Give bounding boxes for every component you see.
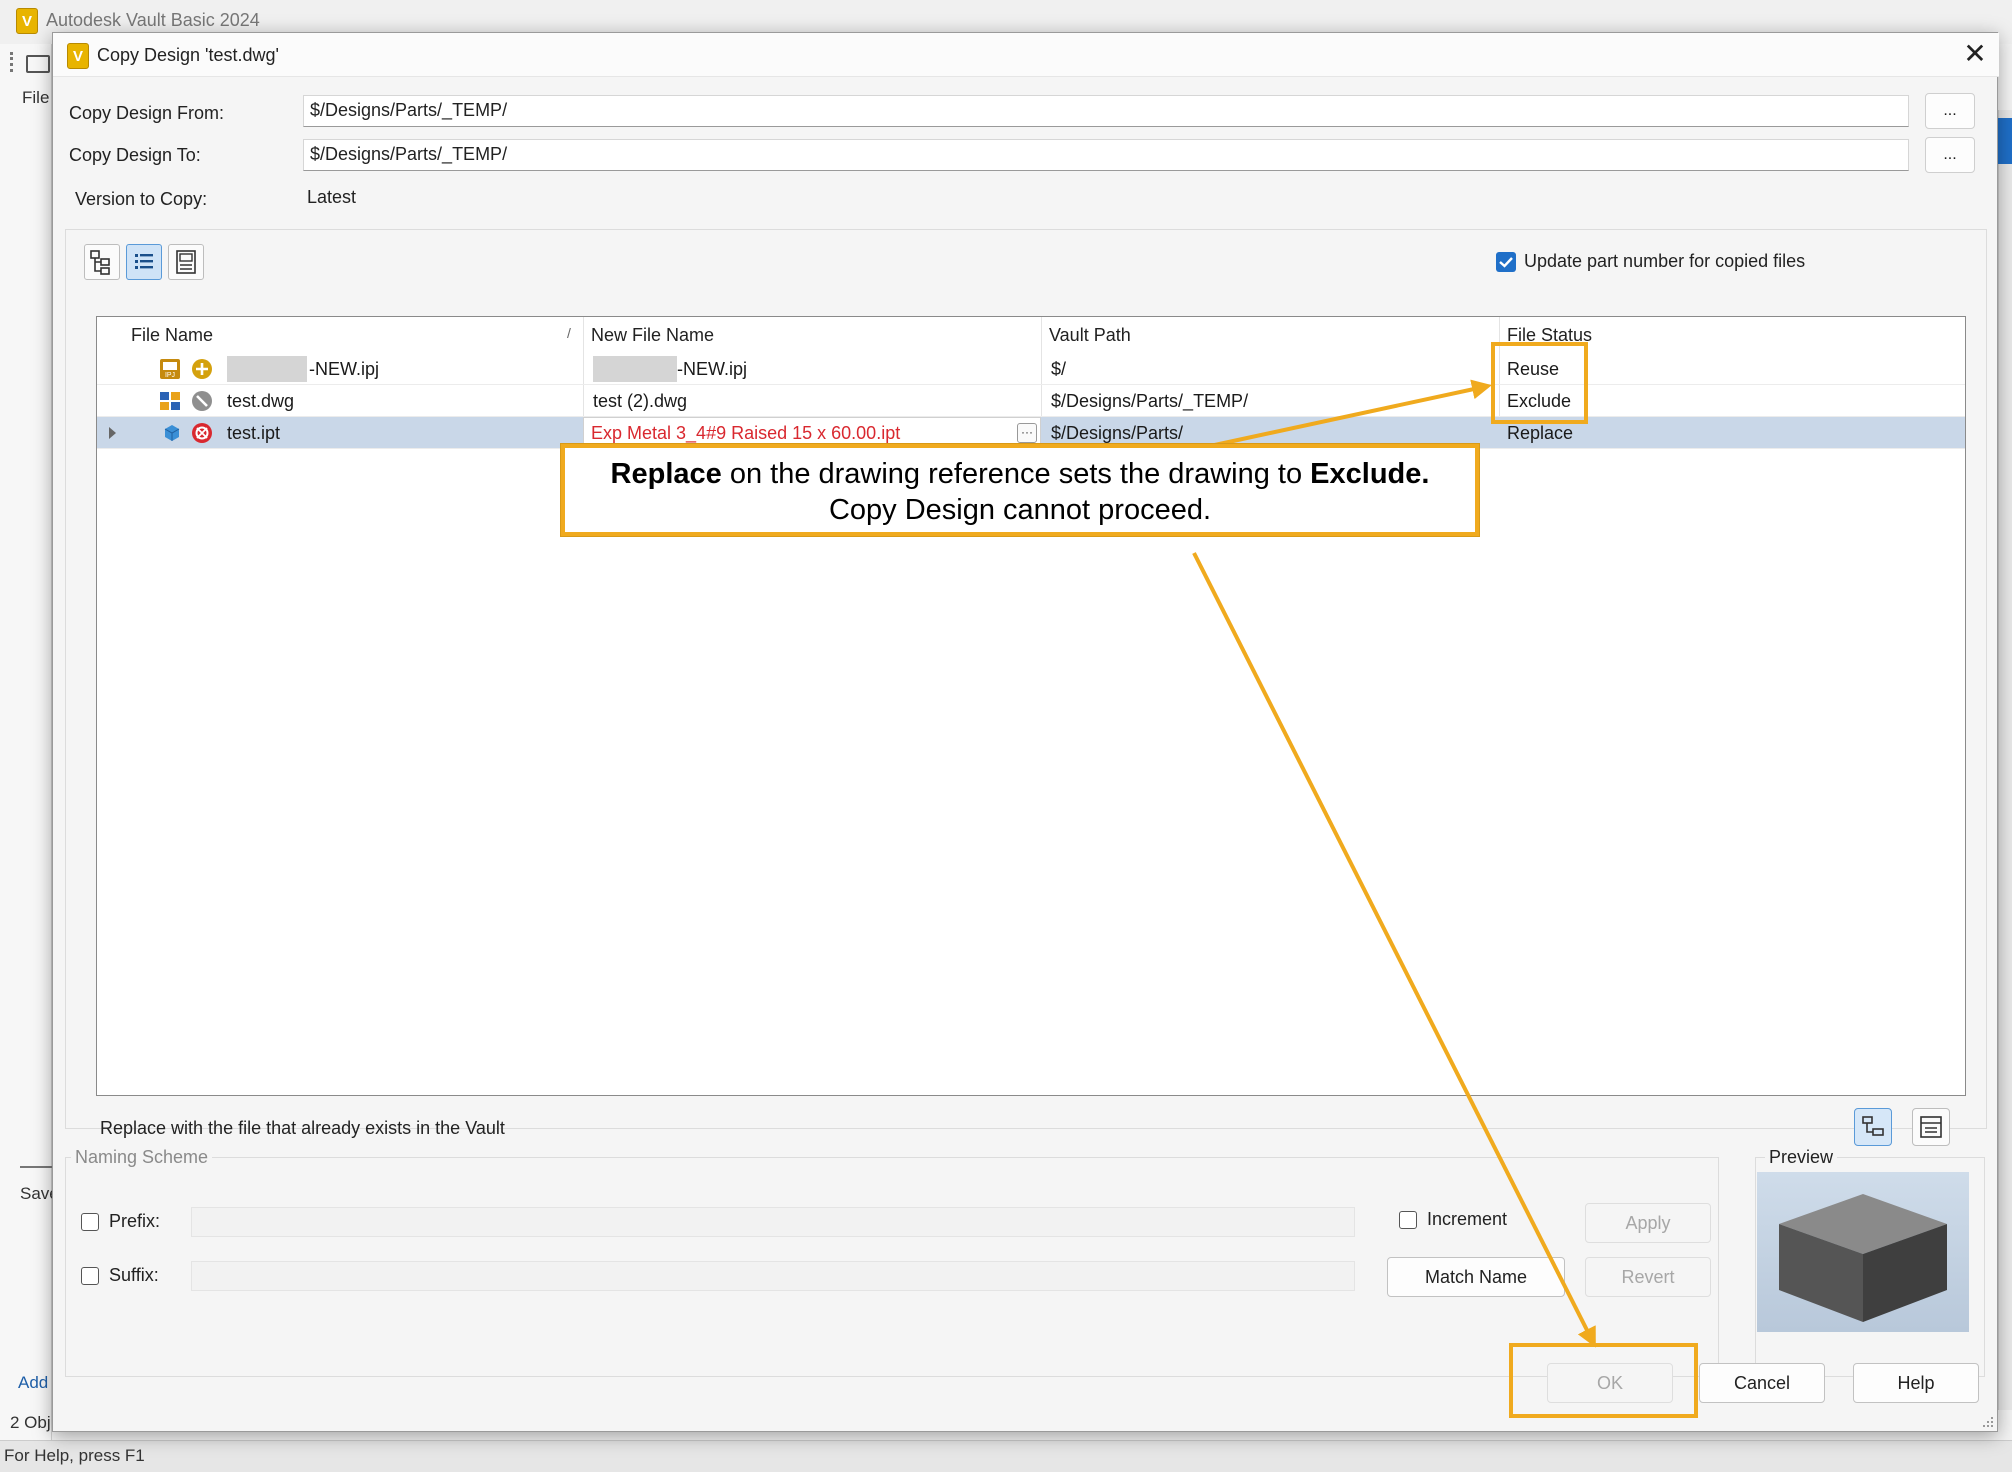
sort-indicator-icon: / — [567, 325, 571, 341]
suffix-checkbox[interactable] — [81, 1267, 99, 1285]
exclude-status-icon — [191, 390, 213, 412]
apply-button[interactable]: Apply — [1585, 1203, 1711, 1243]
close-icon[interactable]: ✕ — [1959, 39, 1991, 71]
copy-from-browse-button[interactable]: ... — [1925, 93, 1975, 129]
callout-line-1: Replace on the drawing reference sets th… — [565, 456, 1475, 492]
file-name-cell: test.dwg — [227, 391, 295, 411]
file-name-cell: test.ipt — [227, 423, 281, 443]
prefix-checkbox[interactable] — [81, 1213, 99, 1231]
callout-bold-exclude: Exclude. — [1310, 458, 1430, 490]
naming-scheme-title: Naming Scheme — [71, 1147, 213, 1168]
increment-label: Increment — [1427, 1209, 1508, 1229]
update-part-number-label: Update part number for copied files — [1524, 251, 1806, 271]
vault-path-cell: $/Designs/Parts/_TEMP/ — [1051, 391, 1249, 411]
add-link-fragment[interactable]: Add — [18, 1373, 48, 1393]
table-row[interactable]: test.dwg test (2).dwg $/Designs/Parts/_T… — [97, 385, 1965, 417]
increment-checkbox[interactable] — [1399, 1211, 1417, 1229]
status-bar-text: For Help, press F1 — [4, 1446, 145, 1465]
redacted-name — [593, 356, 677, 382]
copy-from-field[interactable]: $/Designs/Parts/_TEMP/ — [303, 95, 1909, 127]
svg-text:IPJ: IPJ — [165, 372, 175, 379]
version-label: Version to Copy: — [75, 189, 208, 209]
properties-toggle-icon[interactable] — [1912, 1108, 1950, 1146]
reuse-status-icon — [191, 358, 213, 380]
update-part-number-checkbox[interactable] — [1496, 252, 1516, 272]
object-count-fragment: 2 Obj — [10, 1413, 51, 1432]
help-button[interactable]: Help — [1853, 1363, 1979, 1403]
copy-to-browse-button[interactable]: ... — [1925, 137, 1975, 173]
resize-grip-icon[interactable] — [1981, 1415, 1995, 1429]
detail-view-icon[interactable] — [168, 244, 204, 280]
callout-line-2: Copy Design cannot proceed. — [828, 494, 1212, 526]
bg-blue-tab — [1998, 118, 2012, 164]
new-file-name-cell[interactable]: -NEW.ipj — [677, 353, 1037, 385]
bg-divider — [20, 1166, 52, 1168]
vault-dialog-icon: V — [67, 43, 89, 69]
prefix-input[interactable] — [191, 1207, 1355, 1237]
file-menu[interactable]: File — [22, 88, 49, 108]
part-file-icon — [161, 422, 183, 444]
suffix-input[interactable] — [191, 1261, 1355, 1291]
status-bar — [0, 1440, 2012, 1472]
copy-to-label: Copy Design To: — [69, 145, 201, 165]
background-app-title: Autodesk Vault Basic 2024 — [46, 10, 260, 30]
suffix-label: Suffix: — [109, 1265, 159, 1285]
copy-from-label: Copy Design From: — [69, 103, 225, 123]
file-grid: File Name / New File Name Vault Path Fil… — [96, 316, 1966, 1096]
redacted-name — [227, 356, 307, 382]
match-name-button[interactable]: Match Name — [1387, 1257, 1565, 1297]
vault-path-cell: $/ — [1051, 359, 1067, 379]
tree-view-icon[interactable] — [84, 244, 120, 280]
replace-status-icon — [191, 422, 213, 444]
toolbar-grip-icon — [10, 52, 14, 72]
copy-design-dialog: V Copy Design 'test.dwg' ✕ Copy Design F… — [52, 32, 1999, 1432]
revert-button[interactable]: Revert — [1585, 1257, 1711, 1297]
dialog-title: Copy Design 'test.dwg' — [97, 45, 279, 65]
cancel-button[interactable]: Cancel — [1699, 1363, 1825, 1403]
version-value: Latest — [307, 187, 357, 207]
tree-toggle-icon[interactable] — [1854, 1108, 1892, 1146]
expand-arrow-icon[interactable] — [109, 427, 116, 439]
column-header-new-file-name[interactable]: New File Name — [583, 317, 1043, 353]
column-header-file-name[interactable]: File Name — [123, 317, 583, 353]
list-view-icon[interactable] — [126, 244, 162, 280]
new-file-name-cell[interactable]: test (2).dwg — [593, 385, 1033, 417]
vault-app-icon: V — [16, 8, 38, 34]
table-row[interactable]: IPJ -NEW.ipj -NEW.ipj $/ Reuse — [97, 353, 1965, 385]
project-file-icon: IPJ — [159, 358, 181, 380]
preview-cube-image — [1757, 1172, 1969, 1332]
callout-bold-replace: Replace — [610, 458, 722, 490]
dialog-titlebar — [53, 33, 1999, 77]
callout-text: on the drawing reference sets the drawin… — [721, 458, 1311, 490]
annotation-callout: Replace on the drawing reference sets th… — [561, 444, 1479, 536]
status-hint-text: Replace with the file that already exist… — [100, 1118, 505, 1138]
prefix-label: Prefix: — [109, 1211, 161, 1231]
folder-icon[interactable] — [26, 55, 50, 73]
column-header-vault-path[interactable]: Vault Path — [1041, 317, 1501, 353]
browse-replacement-button[interactable]: ··· — [1017, 423, 1037, 443]
background-left-pane — [0, 44, 52, 1440]
ok-highlight-box — [1509, 1343, 1698, 1418]
copy-to-field[interactable]: $/Designs/Parts/_TEMP/ — [303, 139, 1909, 171]
drawing-file-icon — [159, 390, 181, 412]
file-grid-panel: Update part number for copied files File… — [65, 229, 1987, 1146]
file-name-cell: -NEW.ipj — [309, 359, 380, 379]
status-highlight-box — [1491, 342, 1588, 424]
background-right-pane — [1998, 110, 2012, 1410]
preview-title: Preview — [1765, 1147, 1838, 1168]
